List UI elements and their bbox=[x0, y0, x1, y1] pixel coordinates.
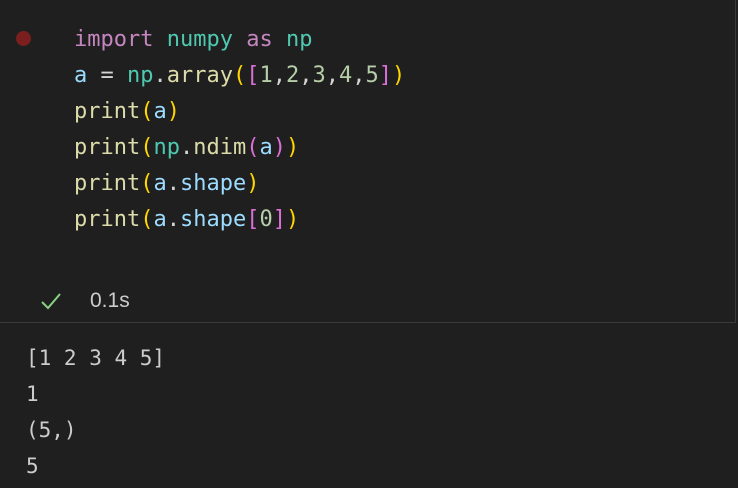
check-icon bbox=[41, 293, 61, 310]
code-line[interactable]: print(a.shape[0]) bbox=[74, 202, 405, 238]
cell-output: [1 2 3 4 5] 1 (5,) 5 bbox=[26, 340, 165, 484]
code-line[interactable]: import numpy as np bbox=[74, 22, 405, 58]
code-token: ( bbox=[140, 135, 154, 160]
code-token: ) bbox=[391, 63, 406, 88]
code-token: ) bbox=[272, 135, 286, 160]
code-token: ) bbox=[166, 99, 180, 124]
code-token: a bbox=[153, 99, 167, 124]
code-token: ( bbox=[140, 171, 154, 196]
code-token: np bbox=[285, 27, 313, 52]
code-token: np bbox=[127, 63, 154, 88]
code-token: print bbox=[74, 207, 141, 232]
code-token: 1 bbox=[259, 63, 273, 88]
code-token: . bbox=[166, 207, 180, 232]
output-line: 1 bbox=[26, 382, 39, 406]
output-line: 5 bbox=[26, 454, 39, 478]
code-token: 2 bbox=[285, 63, 300, 88]
code-token: print bbox=[74, 135, 141, 160]
code-token: = bbox=[87, 63, 127, 88]
code-line[interactable]: print(np.ndim(a)) bbox=[74, 130, 405, 166]
code-token: [ bbox=[246, 207, 260, 232]
code-token: a bbox=[259, 135, 273, 160]
code-token: as bbox=[246, 27, 273, 52]
code-token: ( bbox=[246, 135, 260, 160]
code-token: array bbox=[166, 63, 233, 88]
code-token: . bbox=[153, 63, 167, 88]
code-token: ndim bbox=[193, 135, 247, 160]
code-token: 0 bbox=[259, 207, 273, 232]
code-token: shape bbox=[179, 207, 247, 232]
code-token: ] bbox=[272, 207, 286, 232]
code-token: a bbox=[153, 171, 167, 196]
code-token: ) bbox=[285, 135, 300, 160]
code-token: 4 bbox=[338, 63, 353, 88]
code-token: print bbox=[74, 99, 141, 124]
execution-time: 0.1s bbox=[90, 289, 130, 312]
breakpoint-indicator[interactable] bbox=[16, 31, 31, 46]
code-token: a bbox=[153, 207, 167, 232]
code-token: numpy bbox=[166, 27, 233, 52]
code-token: , bbox=[272, 63, 286, 88]
code-token: 3 bbox=[312, 63, 326, 88]
code-editor[interactable]: import numpy as np a = np.array([1,2,3,4,… bbox=[74, 22, 405, 238]
code-token: . bbox=[166, 171, 180, 196]
execution-status: 0.1s bbox=[40, 284, 130, 318]
code-token: ) bbox=[246, 171, 260, 196]
code-token: ] bbox=[378, 63, 392, 88]
code-line[interactable]: print(a) bbox=[74, 94, 405, 130]
code-token: [ bbox=[246, 63, 260, 88]
code-token: np bbox=[153, 135, 180, 160]
code-token: , bbox=[325, 63, 339, 88]
code-token: shape bbox=[179, 171, 247, 196]
code-token: ( bbox=[232, 63, 247, 88]
output-line: [1 2 3 4 5] bbox=[26, 346, 166, 370]
code-token: import bbox=[74, 27, 154, 52]
code-token: , bbox=[299, 63, 313, 88]
code-token: . bbox=[179, 135, 194, 160]
code-token: print bbox=[74, 171, 141, 196]
notebook-code-cell[interactable]: import numpy as np a = np.array([1,2,3,4,… bbox=[0, 0, 736, 323]
code-token: ) bbox=[285, 207, 300, 232]
code-token: a bbox=[74, 63, 88, 88]
code-line[interactable]: print(a.shape) bbox=[74, 166, 405, 202]
code-token: ( bbox=[140, 99, 154, 124]
code-line[interactable]: a = np.array([1,2,3,4,5]) bbox=[74, 58, 405, 94]
code-token: ( bbox=[140, 207, 154, 232]
code-token: , bbox=[352, 63, 366, 88]
code-token: 5 bbox=[365, 63, 379, 88]
output-line: (5,) bbox=[26, 418, 77, 442]
